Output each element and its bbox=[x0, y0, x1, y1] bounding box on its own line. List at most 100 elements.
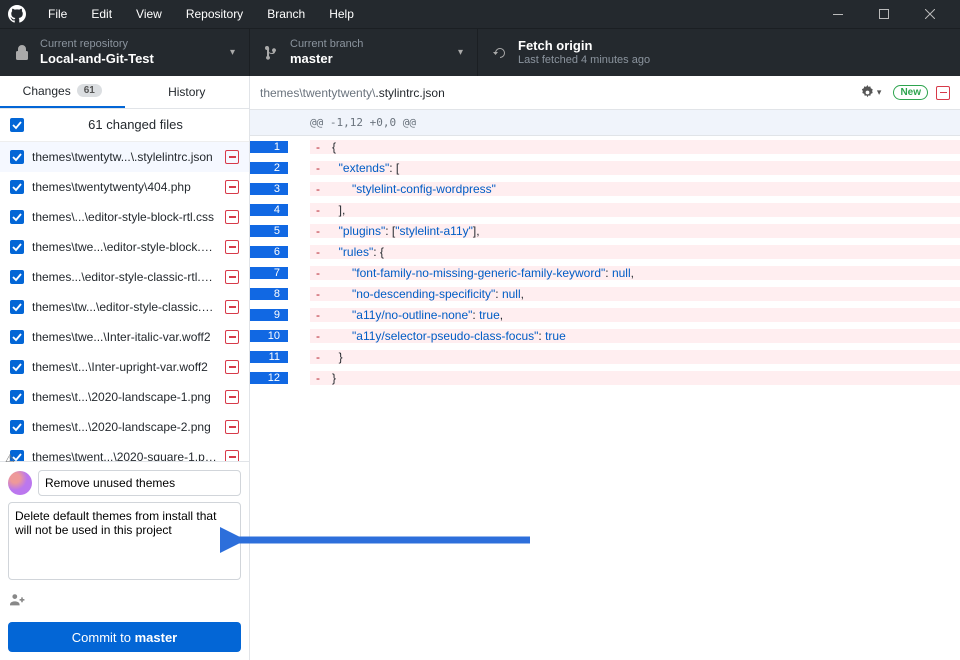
file-checkbox[interactable] bbox=[10, 150, 24, 164]
diff-file-header: themes\twentytwenty\.stylintrc.json ▾ Ne… bbox=[250, 76, 960, 110]
sync-icon bbox=[492, 45, 508, 61]
file-row[interactable]: themes\twentytwenty\404.php bbox=[0, 172, 249, 202]
diff-code: "plugins": ["stylelint-a11y"], bbox=[326, 224, 480, 238]
line-number: 12 bbox=[250, 372, 288, 384]
close-icon[interactable] bbox=[908, 0, 952, 28]
line-number: 6 bbox=[250, 246, 288, 258]
diff-line[interactable]: 1-{ bbox=[250, 136, 960, 157]
diff-code: "a11y/selector-pseudo-class-focus": true bbox=[326, 329, 566, 343]
select-all-checkbox[interactable] bbox=[10, 118, 24, 132]
diff-code: "font-family-no-missing-generic-family-k… bbox=[326, 266, 634, 280]
file-checkbox[interactable] bbox=[10, 420, 24, 434]
file-checkbox[interactable] bbox=[10, 360, 24, 374]
diff-line[interactable]: 8- "no-descending-specificity": null, bbox=[250, 283, 960, 304]
tab-changes-label: Changes bbox=[23, 84, 71, 98]
diff-line[interactable]: 3- "stylelint-config-wordpress" bbox=[250, 178, 960, 199]
deleted-file-icon bbox=[225, 180, 239, 194]
add-coauthor-button[interactable] bbox=[8, 589, 241, 616]
menu-view[interactable]: View bbox=[126, 3, 172, 25]
commit-summary-input[interactable] bbox=[38, 470, 241, 496]
maximize-icon[interactable] bbox=[862, 0, 906, 28]
tab-changes[interactable]: Changes 61 bbox=[0, 76, 125, 108]
diff-code: "a11y/no-outline-none": true, bbox=[326, 308, 503, 322]
commit-button[interactable]: Commit to master bbox=[8, 622, 241, 652]
toolbar-fetch-label: Fetch origin bbox=[518, 38, 650, 54]
file-checkbox[interactable] bbox=[10, 270, 24, 284]
diff-line[interactable]: 11- } bbox=[250, 346, 960, 367]
diff-hunk-header: @@ -1,12 +0,0 @@ bbox=[250, 110, 960, 136]
sidebar-tabs: Changes 61 History bbox=[0, 76, 249, 109]
diff-line[interactable]: 2- "extends": [ bbox=[250, 157, 960, 178]
file-name: themes\twent...\2020-square-1.png bbox=[32, 450, 217, 461]
deleted-file-icon bbox=[225, 390, 239, 404]
line-number: 8 bbox=[250, 288, 288, 300]
file-name: themes\t...\2020-landscape-1.png bbox=[32, 390, 217, 404]
file-row[interactable]: themes\tw...\editor-style-classic.css bbox=[0, 292, 249, 322]
file-row[interactable]: themes\t...\2020-landscape-2.png bbox=[0, 412, 249, 442]
diff-line[interactable]: 12-} bbox=[250, 367, 960, 388]
file-name: themes\twe...\editor-style-block.css bbox=[32, 240, 217, 254]
line-number: 7 bbox=[250, 267, 288, 279]
current-repository-dropdown[interactable]: Current repository Local-and-Git-Test ▾ bbox=[0, 29, 250, 76]
file-name: themes\twe...\Inter-italic-var.woff2 bbox=[32, 330, 217, 344]
diff-line[interactable]: 4- ], bbox=[250, 199, 960, 220]
menu-edit[interactable]: Edit bbox=[81, 3, 122, 25]
diff-file-name: .stylintrc.json bbox=[375, 86, 444, 100]
file-row[interactable]: themes\...\editor-style-block-rtl.css bbox=[0, 202, 249, 232]
diff-marker: - bbox=[310, 203, 326, 217]
file-checkbox[interactable] bbox=[10, 180, 24, 194]
chevron-down-icon: ▾ bbox=[210, 47, 235, 58]
diff-marker: - bbox=[310, 287, 326, 301]
toolbar-branch-label: Current branch bbox=[290, 38, 363, 51]
diff-marker: - bbox=[310, 329, 326, 343]
fetch-origin-button[interactable]: Fetch origin Last fetched 4 minutes ago bbox=[478, 29, 960, 76]
deleted-file-icon bbox=[225, 300, 239, 314]
file-row[interactable]: themes...\editor-style-classic-rtl.css bbox=[0, 262, 249, 292]
toolbar-fetch-status: Last fetched 4 minutes ago bbox=[518, 54, 650, 67]
diff-line[interactable]: 10- "a11y/selector-pseudo-class-focus": … bbox=[250, 325, 960, 346]
file-row[interactable]: themes\twentytw...\.stylelintrc.json bbox=[0, 142, 249, 172]
diff-line[interactable]: 7- "font-family-no-missing-generic-famil… bbox=[250, 262, 960, 283]
file-row[interactable]: themes\twent...\2020-square-1.png bbox=[0, 442, 249, 461]
line-number: 5 bbox=[250, 225, 288, 237]
diff-line[interactable]: 9- "a11y/no-outline-none": true, bbox=[250, 304, 960, 325]
diff-code: "extends": [ bbox=[326, 161, 399, 175]
title-bar: File Edit View Repository Branch Help bbox=[0, 0, 960, 28]
commit-description-input[interactable] bbox=[8, 502, 241, 580]
diff-code: ], bbox=[326, 203, 345, 217]
file-checkbox[interactable] bbox=[10, 300, 24, 314]
file-checkbox[interactable] bbox=[10, 240, 24, 254]
diff-line[interactable]: 5- "plugins": ["stylelint-a11y"], bbox=[250, 220, 960, 241]
menu-branch[interactable]: Branch bbox=[257, 3, 315, 25]
file-row[interactable]: themes\t...\2020-landscape-1.png bbox=[0, 382, 249, 412]
diff-code: } bbox=[326, 350, 343, 364]
file-checkbox[interactable] bbox=[10, 330, 24, 344]
tab-history[interactable]: History bbox=[125, 76, 250, 108]
diff-settings-button[interactable]: ▾ bbox=[856, 83, 886, 102]
window-controls bbox=[816, 0, 952, 28]
deleted-file-icon bbox=[225, 150, 239, 164]
file-row[interactable]: themes\twe...\editor-style-block.css bbox=[0, 232, 249, 262]
toolbar-repo-label: Current repository bbox=[40, 38, 154, 51]
file-checkbox[interactable] bbox=[10, 210, 24, 224]
app-menu: File Edit View Repository Branch Help bbox=[38, 3, 364, 25]
file-name: themes\...\editor-style-block-rtl.css bbox=[32, 210, 217, 224]
diff-line[interactable]: 6- "rules": { bbox=[250, 241, 960, 262]
toolbar-branch-value: master bbox=[290, 51, 363, 67]
file-row[interactable]: themes\twe...\Inter-italic-var.woff2 bbox=[0, 322, 249, 352]
minimize-icon[interactable] bbox=[816, 0, 860, 28]
file-row[interactable]: themes\t...\Inter-upright-var.woff2 bbox=[0, 352, 249, 382]
menu-file[interactable]: File bbox=[38, 3, 77, 25]
changes-summary-text: 61 changed files bbox=[32, 117, 239, 132]
diff-marker: - bbox=[310, 245, 326, 259]
diff-file-path: themes\twentytwenty\.stylintrc.json bbox=[260, 86, 848, 100]
new-badge: New bbox=[893, 85, 928, 100]
menu-repository[interactable]: Repository bbox=[176, 3, 253, 25]
changes-summary-row[interactable]: 61 changed files bbox=[0, 109, 249, 142]
menu-help[interactable]: Help bbox=[319, 3, 364, 25]
file-checkbox[interactable] bbox=[10, 390, 24, 404]
diff-body[interactable]: 1-{2- "extends": [3- "stylelint-config-w… bbox=[250, 136, 960, 388]
github-logo-icon bbox=[8, 5, 26, 23]
current-branch-dropdown[interactable]: Current branch master ▾ bbox=[250, 29, 478, 76]
warning-icon: ⚠ bbox=[5, 452, 15, 465]
